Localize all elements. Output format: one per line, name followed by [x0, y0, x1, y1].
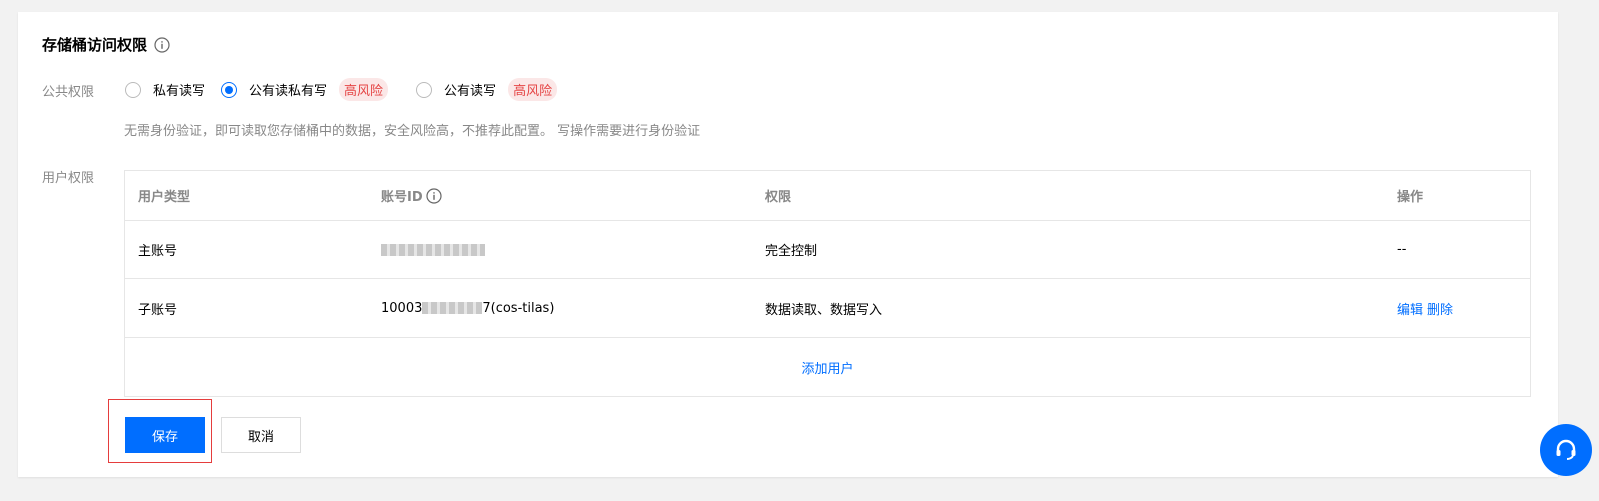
permission-hint: 无需身份验证，即可读取您存储桶中的数据，安全风险高，不推荐此配置。 写操作需要进…	[124, 124, 701, 139]
cell-account-id-masked	[381, 221, 485, 278]
add-user-row: 添加用户	[125, 338, 1530, 396]
section-title: 存储桶访问权限	[42, 34, 170, 55]
radio-label: 公有读私有写	[249, 84, 328, 99]
account-id-suffix: 7(cos-tilas)	[482, 300, 555, 316]
add-user-link[interactable]: 添加用户	[801, 358, 853, 377]
table-header: 用户类型 账号ID 权限 操作	[125, 171, 1530, 221]
cell-user-type: 子账号	[138, 302, 178, 318]
radio-circle[interactable]	[416, 81, 433, 98]
support-chat-button[interactable]	[1540, 424, 1592, 476]
header-account-id-text: 账号ID	[381, 190, 423, 205]
radio-public-read-private-write[interactable]: 公有读私有写 高风险	[221, 78, 396, 101]
radio-circle-checked[interactable]	[221, 81, 238, 98]
cell-user-type: 主账号	[138, 244, 178, 259]
masked-account-id	[381, 243, 485, 256]
table-row: 主账号 完全控制 --	[125, 221, 1530, 279]
account-id-prefix: 10003	[381, 300, 423, 316]
delete-link[interactable]: 删除	[1427, 299, 1453, 318]
section-title-text: 存储桶访问权限	[42, 36, 148, 54]
cell-permission: 数据读取、数据写入	[765, 302, 883, 318]
edit-link[interactable]: 编辑	[1397, 299, 1423, 318]
public-permission-radio-group: 私有读写 公有读私有写 高风险 公有读写 高风险	[125, 78, 581, 101]
save-button[interactable]: 保存	[125, 417, 205, 453]
cell-actions: 编辑 删除	[1397, 279, 1453, 337]
radio-circle[interactable]	[125, 81, 141, 98]
info-icon[interactable]	[154, 36, 170, 53]
radio-private-read-write[interactable]: 私有读写	[125, 80, 205, 99]
cancel-button[interactable]: 取消	[221, 417, 301, 453]
cell-permission: 完全控制	[765, 244, 818, 259]
table-row: 子账号 10003 7(cos-tilas) 数据读取、数据写入 编辑 删除	[125, 279, 1530, 338]
masked-account-id	[422, 302, 483, 314]
permission-card: 存储桶访问权限 公共权限 私有读写 公有读私有写 高风险 公有读写 高风险 无需…	[18, 12, 1558, 477]
radio-public-read-write[interactable]: 公有读写 高风险	[416, 78, 565, 101]
header-permission: 权限	[765, 190, 792, 205]
high-risk-badge: 高风险	[339, 78, 389, 101]
cell-action: --	[1397, 242, 1407, 257]
user-permission-label: 用户权限	[42, 171, 95, 186]
high-risk-badge: 高风险	[508, 78, 558, 101]
headset-icon	[1556, 439, 1576, 460]
header-user-type: 用户类型	[138, 190, 191, 205]
info-icon[interactable]	[426, 187, 442, 204]
header-account-id: 账号ID	[381, 171, 442, 220]
radio-label: 公有读写	[444, 84, 497, 99]
header-action: 操作	[1397, 190, 1424, 205]
public-permission-label: 公共权限	[42, 85, 95, 100]
radio-label: 私有读写	[153, 84, 206, 99]
cell-account-id: 10003 7(cos-tilas)	[381, 279, 554, 337]
user-permission-table: 用户类型 账号ID 权限 操作 主账号 完全控制 -- 子账号 10003 7(…	[124, 170, 1531, 397]
